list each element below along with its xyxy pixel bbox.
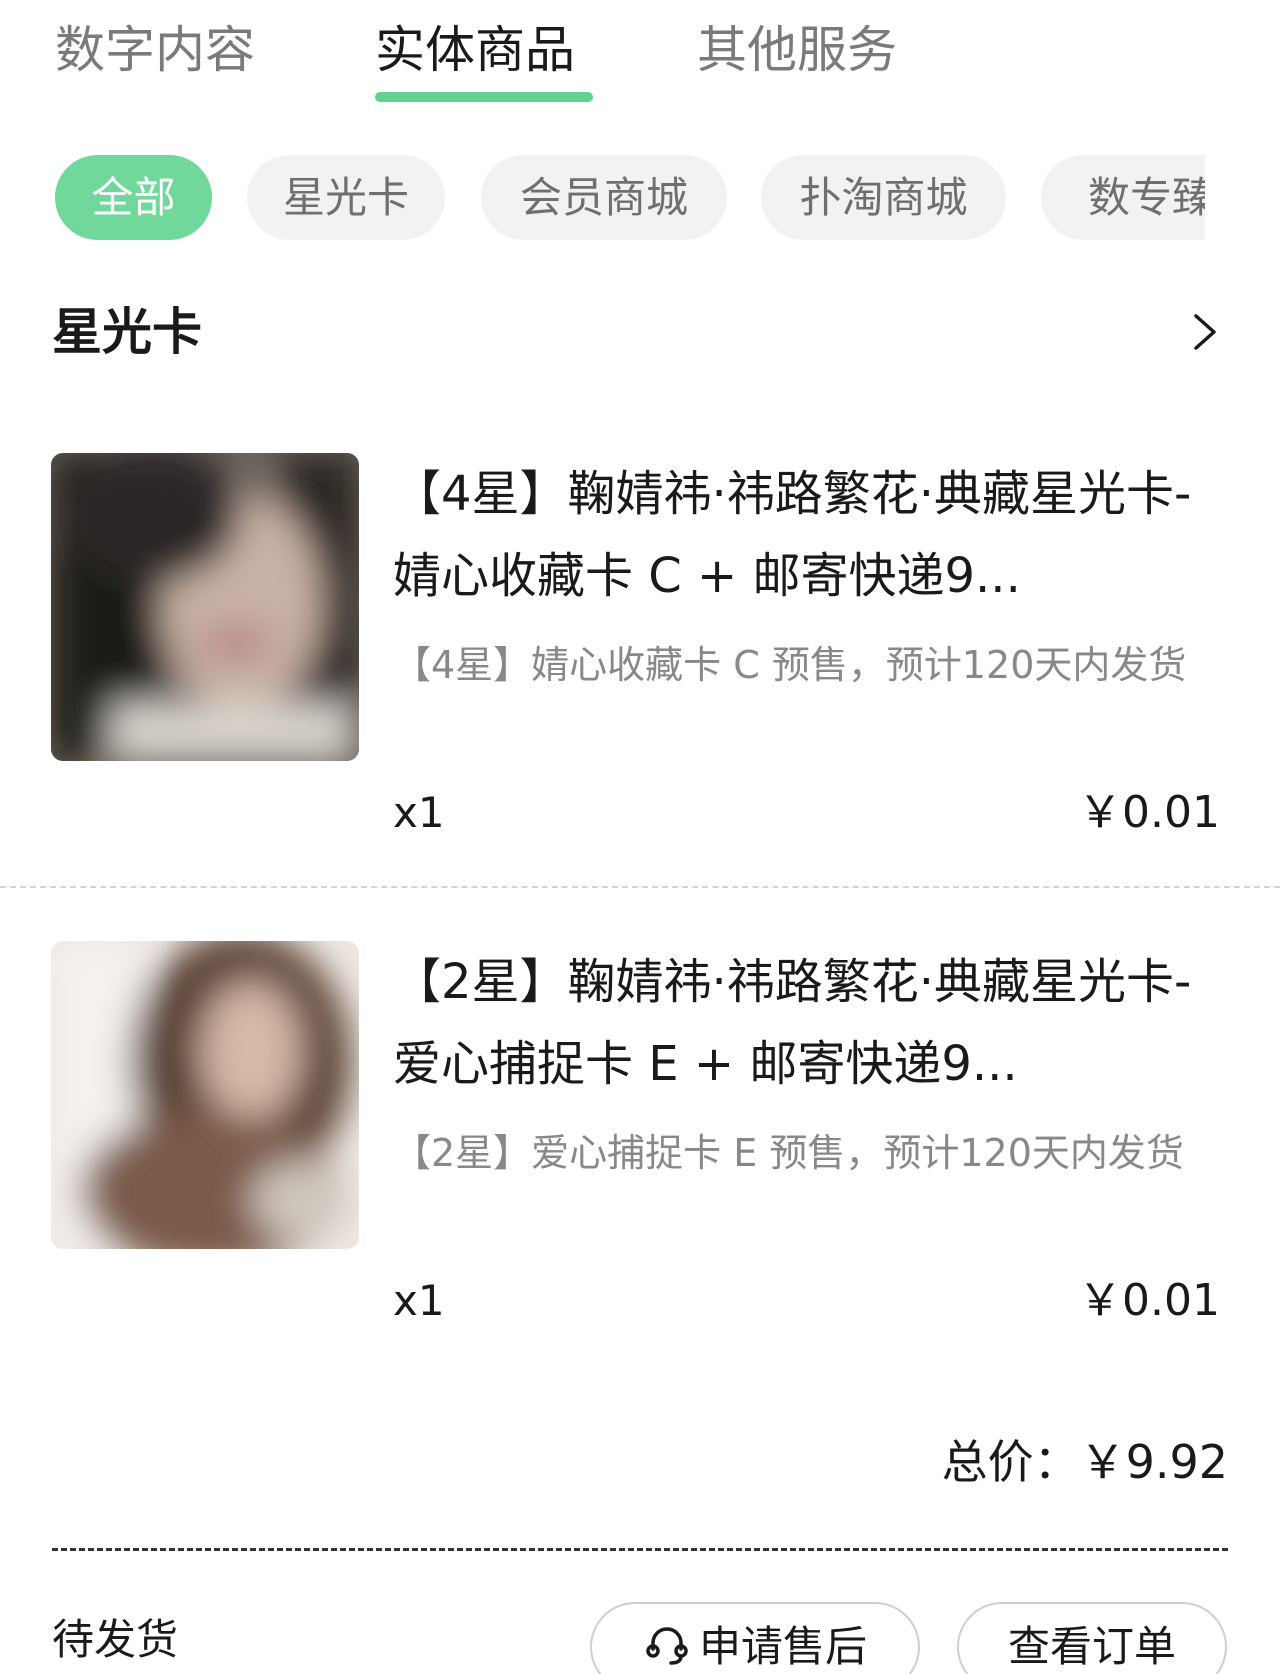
- product-title: 【2星】鞠婧祎·祎路繁花·典藏星光卡-爱心捕捉卡 E + 邮寄快递9...: [393, 954, 1192, 1092]
- product-price: ￥0.01: [1078, 787, 1220, 838]
- total-label: 总价：: [941, 1435, 1080, 1489]
- total-divider: [52, 1548, 1228, 1551]
- chip-member-mall[interactable]: 会员商城: [481, 155, 727, 240]
- filter-chips: 全部 星光卡 会员商城 扑淘商城 数专臻: [0, 155, 1205, 240]
- chip-putao-mall[interactable]: 扑淘商城: [761, 155, 1006, 240]
- order-page: 数字内容 实体商品 其他服务 全部 星光卡 会员商城 扑淘商城 数专臻 星光卡: [0, 0, 1280, 1674]
- product-description: 【4星】婧心收藏卡 C 预售，预计120天内发货: [393, 643, 1187, 687]
- tab-other-services[interactable]: 其他服务: [697, 18, 897, 82]
- product-thumbnail: [51, 941, 359, 1249]
- product-title: 【4星】鞠婧祎·祎路繁花·典藏星光卡-婧心收藏卡 C + 邮寄快递9...: [393, 466, 1192, 604]
- product-price: ￥0.01: [1078, 1275, 1220, 1326]
- product-quantity: x1: [393, 788, 445, 837]
- chip-starlight-card[interactable]: 星光卡: [247, 155, 445, 240]
- headset-icon: [646, 1627, 688, 1665]
- order-status: 待发货: [52, 1615, 179, 1664]
- product-description: 【2星】爱心捕捉卡 E 预售，预计120天内发货: [393, 1131, 1184, 1175]
- category-tabs: 数字内容 实体商品 其他服务: [0, 0, 1280, 120]
- chip-all[interactable]: 全部: [55, 155, 212, 240]
- section-title: 星光卡: [52, 303, 202, 361]
- view-order-button[interactable]: 查看订单: [957, 1602, 1227, 1674]
- tab-digital-content[interactable]: 数字内容: [55, 18, 255, 82]
- total-value: ￥9.92: [1079, 1435, 1228, 1489]
- chip-digital-album[interactable]: 数专臻: [1041, 155, 1205, 240]
- after-sale-button[interactable]: 申请售后: [590, 1602, 920, 1674]
- chevron-right-icon[interactable]: [1192, 312, 1218, 352]
- item-divider: [0, 886, 1280, 888]
- product-quantity: x1: [393, 1276, 445, 1325]
- active-tab-indicator: [375, 92, 593, 102]
- tab-physical-goods[interactable]: 实体商品: [375, 18, 575, 82]
- product-thumbnail: [51, 453, 359, 761]
- after-sale-label: 申请售后: [698, 1622, 867, 1671]
- order-total: 总价：￥9.92: [942, 1430, 1228, 1494]
